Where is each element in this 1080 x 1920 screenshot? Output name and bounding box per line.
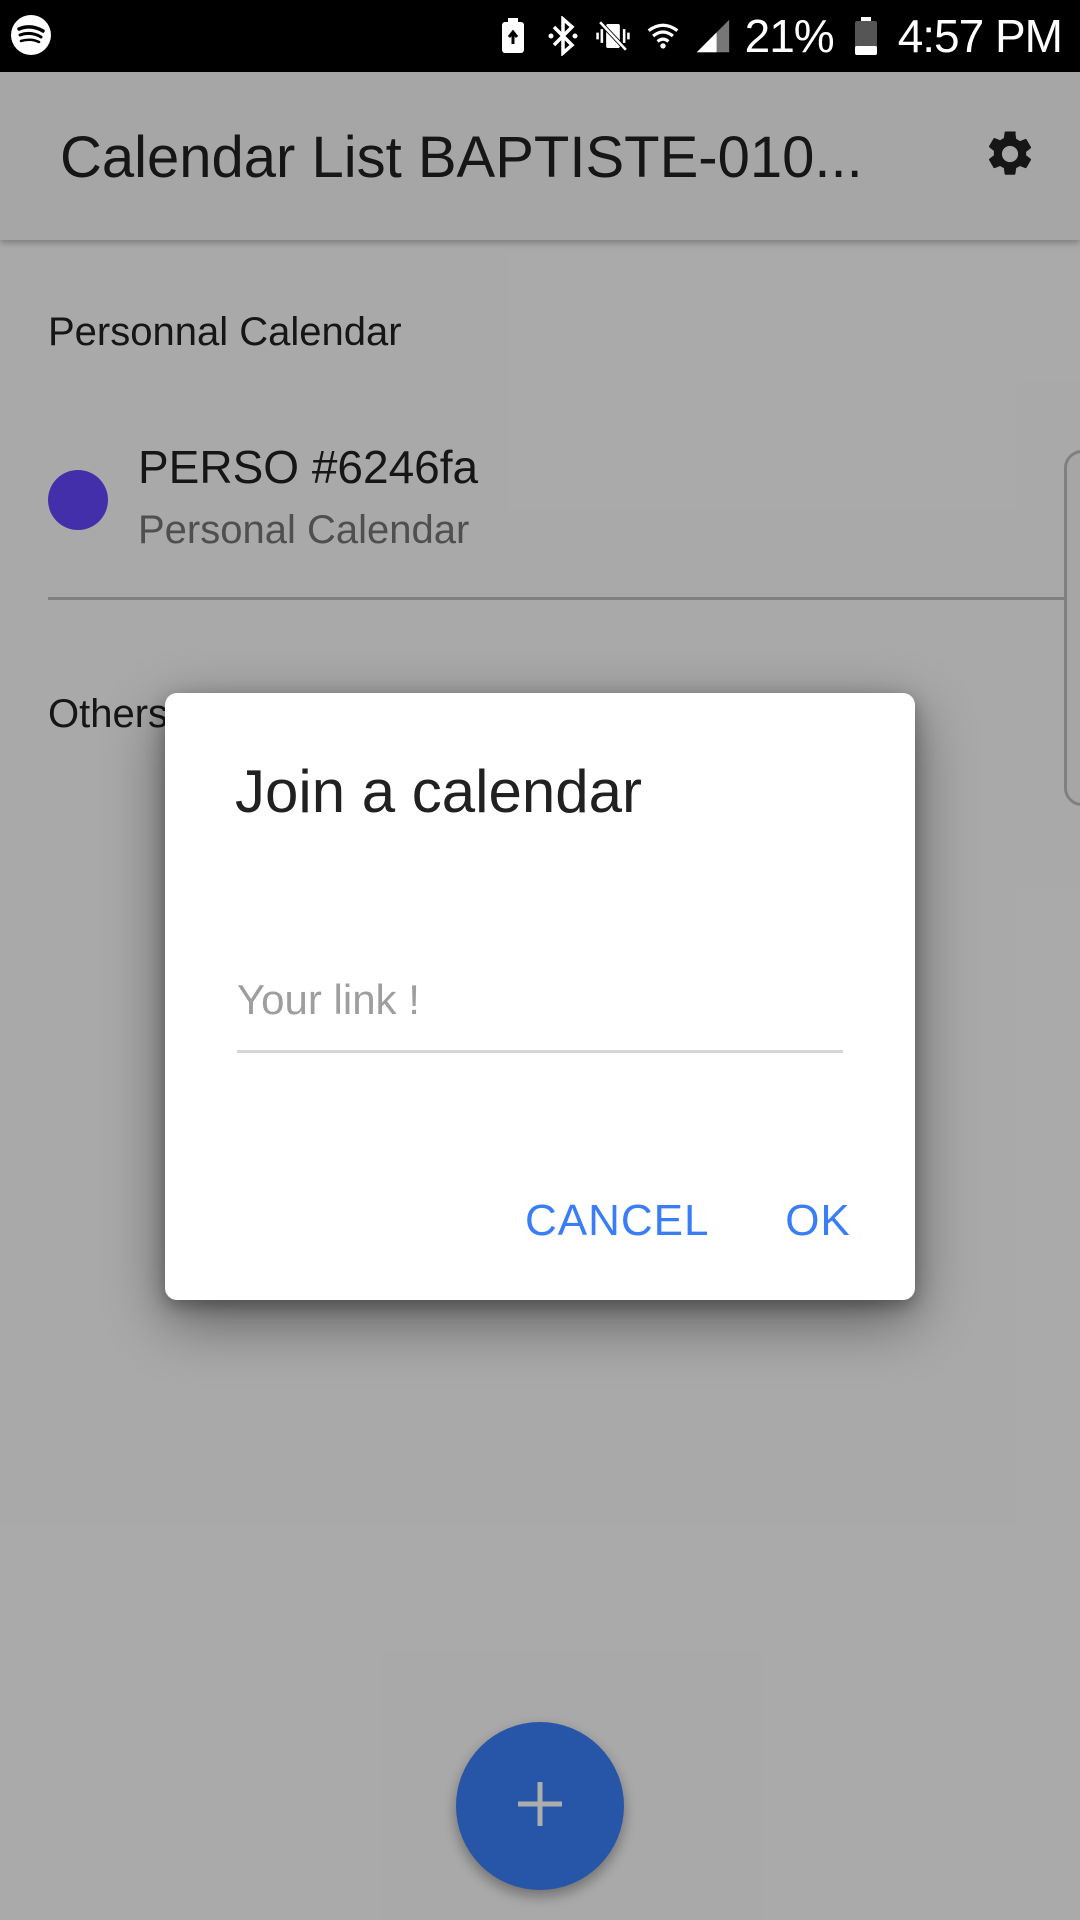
dialog-title: Join a calendar: [235, 758, 642, 825]
status-icons: 21% 4:57 PM: [495, 0, 1063, 72]
join-calendar-dialog: Join a calendar CANCEL OK: [165, 693, 915, 1300]
vibrate-icon: [595, 16, 631, 56]
ok-button[interactable]: OK: [768, 1181, 868, 1261]
wifi-icon: [645, 16, 681, 56]
link-input[interactable]: [237, 963, 843, 1053]
spotify-icon: [10, 14, 52, 56]
signal-icon: [695, 16, 731, 56]
cancel-button[interactable]: CANCEL: [525, 1181, 709, 1261]
battery-saver-icon: [495, 16, 531, 56]
battery-icon: [848, 16, 884, 56]
bluetooth-icon: [545, 16, 581, 56]
battery-percent: 21%: [744, 10, 835, 62]
status-bar: 21% 4:57 PM: [0, 0, 1080, 72]
status-time: 4:57 PM: [897, 10, 1063, 62]
screen: 21% 4:57 PM Calendar List BAPTISTE-010..…: [0, 0, 1080, 1920]
